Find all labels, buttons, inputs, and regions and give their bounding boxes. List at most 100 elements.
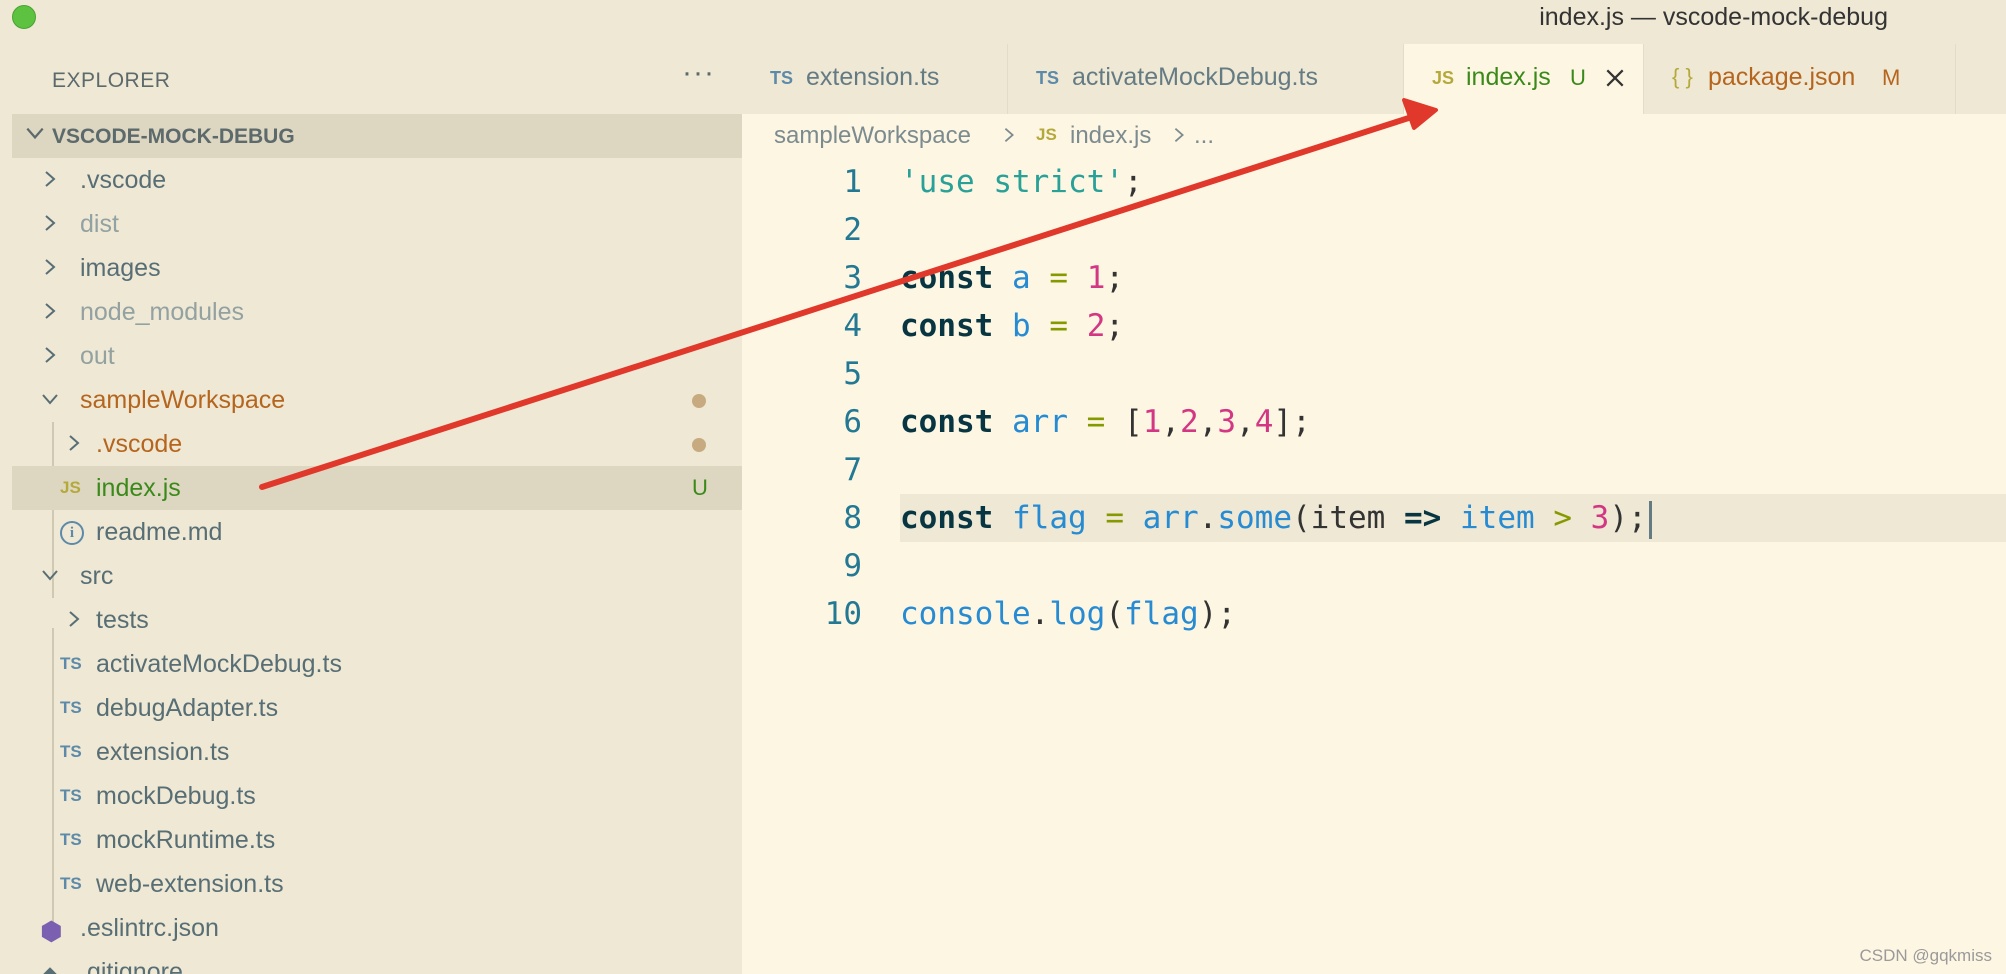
tree-item-label: src [80, 562, 114, 590]
tab-extension-ts[interactable]: TS extension.ts [742, 44, 1008, 114]
chevron-right-icon [45, 259, 56, 275]
tab-label: activateMockDebug.ts [1072, 63, 1318, 91]
close-icon[interactable] [1604, 67, 1626, 89]
js-file-icon: JS [1036, 125, 1057, 144]
tree-folder-node-modules[interactable]: node_modules [12, 290, 742, 334]
untracked-badge: U [692, 475, 708, 500]
explorer-title: EXPLORER [52, 69, 171, 92]
breadcrumb-symbol[interactable]: ... [1194, 122, 1214, 150]
code-editor[interactable]: 1 2 3 4 5 6 7 8 9 10 'use strict'; const… [742, 158, 2006, 974]
tree-folder-src[interactable]: src [12, 554, 742, 598]
modified-dot-badge [692, 394, 706, 408]
ts-file-icon: TS [60, 742, 82, 761]
tree-file-extension[interactable]: TS extension.ts [12, 730, 742, 774]
editor-tab-bar: TS extension.ts TS activateMockDebug.ts … [742, 44, 2006, 114]
text-cursor [1648, 500, 1652, 539]
line-number: 2 [843, 212, 862, 248]
modified-dot-badge [692, 438, 706, 452]
tree-item-label: mockDebug.ts [96, 782, 256, 810]
git-icon: ◆ [40, 960, 60, 974]
explorer-sidebar: EXPLORER ··· VSCODE-MOCK-DEBUG .vscode d… [12, 44, 742, 974]
breadcrumb-folder[interactable]: sampleWorkspace [774, 122, 971, 150]
line-number: 1 [843, 164, 862, 200]
tree-file-debug-adapter[interactable]: TS debugAdapter.ts [12, 686, 742, 730]
json-file-icon: { } [1672, 64, 1693, 89]
chevron-down-icon [42, 394, 58, 405]
chevron-right-icon [69, 611, 80, 627]
js-file-icon: JS [1432, 68, 1455, 88]
tree-item-label: images [80, 254, 161, 282]
tree-item-label: mockRuntime.ts [96, 826, 276, 854]
code-line[interactable]: const a = 1; [900, 260, 1124, 296]
line-number: 7 [843, 452, 862, 488]
code-line[interactable]: 'use strict'; [900, 164, 1143, 200]
tree-item-label: extension.ts [96, 738, 230, 766]
chevron-right-icon [45, 215, 56, 231]
tree-folder-sample-workspace[interactable]: sampleWorkspace [12, 378, 742, 422]
breadcrumb: sampleWorkspace JS index.js ... [742, 114, 2006, 158]
activity-edge [0, 44, 12, 974]
tree-item-label: .gitignore [80, 958, 183, 974]
tab-label: index.js [1466, 63, 1551, 91]
tree-item-label: out [80, 342, 115, 370]
chevron-down-icon [26, 127, 44, 140]
tree-file-index-js[interactable]: JS index.js U [12, 466, 742, 510]
code-line[interactable]: const b = 2; [900, 308, 1124, 344]
tree-file-mock-runtime[interactable]: TS mockRuntime.ts [12, 818, 742, 862]
chevron-right-icon [45, 171, 56, 187]
chevron-right-icon [69, 435, 80, 451]
tree-item-label: tests [96, 606, 149, 634]
breadcrumb-file[interactable]: index.js [1070, 122, 1151, 150]
workspace-root-label: VSCODE-MOCK-DEBUG [52, 125, 295, 148]
window-title: index.js — vscode-mock-debug [1539, 3, 1888, 31]
code-line[interactable]: console.log(flag); [900, 596, 1236, 632]
more-actions-icon[interactable]: ··· [682, 56, 715, 90]
chevron-down-icon [42, 570, 58, 581]
tree-folder-out[interactable]: out [12, 334, 742, 378]
tree-item-label: readme.md [96, 518, 223, 546]
tree-item-label: node_modules [80, 298, 245, 326]
tab-package-json[interactable]: { } package.json M [1644, 44, 1956, 114]
ts-file-icon: TS [770, 68, 794, 88]
tree-folder-tests[interactable]: tests [12, 598, 742, 642]
line-number: 6 [843, 404, 862, 440]
tab-index-js[interactable]: JS index.js U [1404, 44, 1644, 114]
tree-file-mock-debug[interactable]: TS mockDebug.ts [12, 774, 742, 818]
explorer-header: EXPLORER ··· [12, 44, 742, 114]
tree-file-eslintrc[interactable]: ⬢ .eslintrc.json [12, 906, 742, 950]
tree-item-label: .vscode [96, 430, 183, 458]
tree-file-readme[interactable]: i readme.md [12, 510, 742, 554]
line-number: 10 [824, 596, 862, 632]
chevron-right-icon [1174, 128, 1184, 142]
tree-folder-vscode-nested[interactable]: .vscode [12, 422, 742, 466]
chevron-right-icon [45, 303, 56, 319]
tree-item-label: .eslintrc.json [80, 914, 219, 942]
tree-item-label: web-extension.ts [96, 870, 284, 898]
tree-file-gitignore[interactable]: ◆ .gitignore [12, 950, 742, 974]
tree-file-activate-mock-debug[interactable]: TS activateMockDebug.ts [12, 642, 742, 686]
tab-label: extension.ts [806, 63, 940, 91]
tree-file-web-extension[interactable]: TS web-extension.ts [12, 862, 742, 906]
ts-file-icon: TS [1036, 68, 1060, 88]
modified-badge: M [1882, 65, 1901, 90]
tree-folder-images[interactable]: images [12, 246, 742, 290]
ts-file-icon: TS [60, 874, 82, 893]
ts-file-icon: TS [60, 830, 82, 849]
tree-item-label: index.js [96, 474, 181, 502]
code-line[interactable]: const flag = arr.some(item => item > 3); [900, 500, 1652, 539]
ts-file-icon: TS [60, 698, 82, 717]
tree-item-label: debugAdapter.ts [96, 694, 279, 722]
tree-item-label: .vscode [80, 166, 167, 194]
chevron-right-icon [45, 347, 56, 363]
tree-folder-vscode[interactable]: .vscode [12, 158, 742, 202]
line-number: 5 [843, 356, 862, 392]
line-number: 4 [843, 308, 862, 344]
watermark: CSDN @gqkmiss [1859, 946, 1993, 965]
tree-item-label: activateMockDebug.ts [96, 650, 342, 678]
tree-item-label: sampleWorkspace [80, 386, 286, 414]
code-line[interactable]: const arr = [1,2,3,4]; [900, 404, 1311, 440]
title-bar: index.js — vscode-mock-debug [0, 0, 2006, 44]
tree-folder-dist[interactable]: dist [12, 202, 742, 246]
workspace-root[interactable]: VSCODE-MOCK-DEBUG [12, 114, 742, 158]
tab-activate-mock-debug[interactable]: TS activateMockDebug.ts [1008, 44, 1404, 114]
